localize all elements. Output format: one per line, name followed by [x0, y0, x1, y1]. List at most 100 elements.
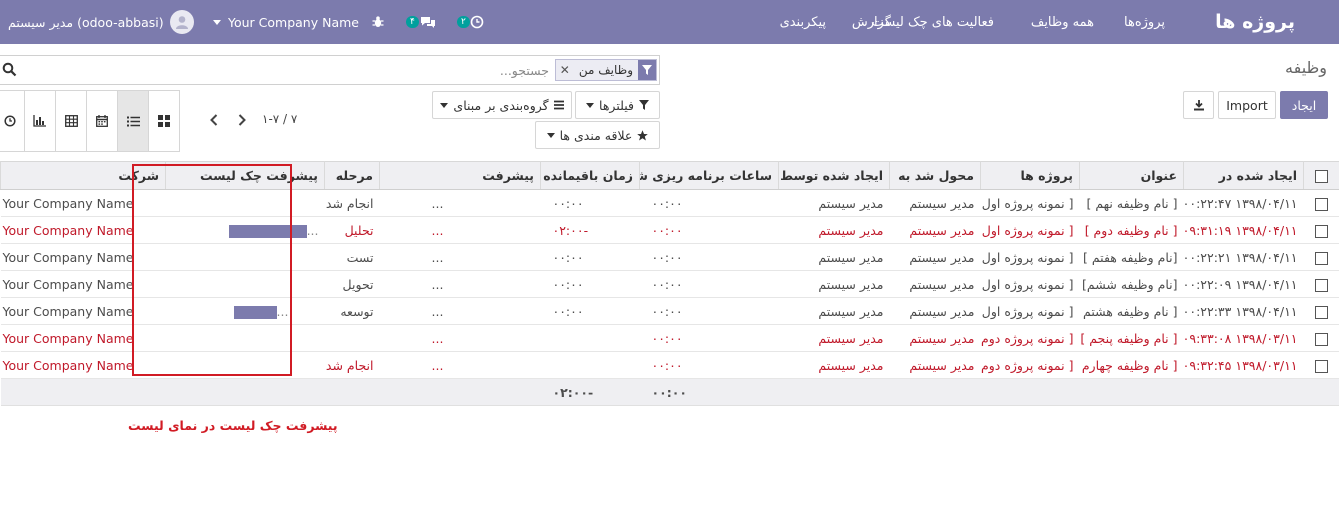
column-assigned-to[interactable]: محول شد به [889, 161, 981, 190]
select-all-cell [1303, 161, 1339, 190]
row-select-cell [1303, 324, 1339, 352]
row-checkbox[interactable] [1315, 197, 1328, 211]
row-checkbox[interactable] [1315, 359, 1328, 373]
pivot-view-button[interactable] [56, 90, 87, 152]
title-cell: [ نام وظیفه پنجم ] [1079, 324, 1184, 352]
activity-view-button[interactable] [0, 90, 25, 152]
search-icon[interactable] [2, 62, 17, 80]
total-planned-hours: ۰۰:۰۰ [639, 378, 779, 406]
table-row[interactable]: ۱۳۹۸/۰۴/۱۱ ۰۰:۲۲:۴۷[ نام وظیفه نهم ][ نم… [0, 189, 1339, 217]
pager-value[interactable]: ۱-۷ / ۷ [262, 112, 297, 126]
favorites-dropdown[interactable]: علاقه مندی ها [535, 121, 660, 149]
download-button[interactable] [1183, 91, 1214, 119]
table-row[interactable]: ۱۳۹۸/۰۴/۱۱ ۰۰:۲۲:۲۱ [نام وظیفه هفتم ][ نم… [0, 243, 1339, 271]
column-company[interactable]: شرکت [0, 161, 166, 190]
chevron-left-icon [210, 114, 218, 126]
row-select-cell [1303, 243, 1339, 271]
kanban-view-button[interactable] [149, 90, 180, 152]
created-by-cell: مدیر سیستم [778, 297, 890, 325]
graph-view-button[interactable] [25, 90, 56, 152]
checklist-progress-cell: ... [165, 297, 325, 325]
column-stage[interactable]: مرحله [324, 161, 380, 190]
pager-previous-button[interactable] [201, 106, 227, 134]
project-cell: [ نمونه پروژه اول ] [980, 216, 1080, 244]
row-select-cell [1303, 351, 1339, 379]
created-by-cell: مدیر سیستم [778, 324, 890, 352]
title-cell: [نام وظیفه هفتم ] [1079, 243, 1184, 271]
menu-reporting[interactable]: گزارش [852, 0, 891, 44]
chevron-down-icon [546, 132, 555, 138]
checklist-progress-cell [165, 189, 325, 217]
group-by-dropdown[interactable]: گروه‌بندی بر مبنای [432, 91, 572, 119]
pager-next-button[interactable] [229, 106, 255, 134]
stage-cell: انجام شد [324, 351, 380, 379]
chevron-down-icon [586, 102, 595, 108]
avatar [169, 10, 194, 34]
row-checkbox[interactable] [1315, 305, 1328, 319]
app-title[interactable]: پروژه ها [1215, 0, 1295, 44]
project-cell: [ نمونه پروژه اول ] [980, 297, 1080, 325]
company-cell: Your Company Name [0, 216, 166, 244]
table-row[interactable]: ۱۳۹۸/۰۴/۱۱ ۰۰:۲۲:۳۳[ نام وظیفه هشتم ][ ن… [0, 297, 1339, 325]
row-select-cell [1303, 216, 1339, 244]
facet-label: وظایف من [578, 63, 633, 77]
column-project[interactable]: پروژه ها [980, 161, 1080, 190]
created-on-cell: ۱۳۹۸/۰۴/۱۱ ۰۰:۲۲:۳۳ [1183, 297, 1304, 325]
calendar-view-button[interactable] [87, 90, 118, 152]
user-menu[interactable]: مدیر سیستم (odoo-abbasi) [8, 0, 194, 44]
remaining-time-cell [540, 351, 640, 379]
select-all-checkbox[interactable] [1315, 170, 1329, 183]
row-select-cell [1303, 297, 1339, 325]
planned-hours-cell: ۰۰:۰۰ [639, 216, 779, 244]
remaining-time-cell: -۰۲:۰۰ [540, 216, 640, 244]
progress-cell: ... [379, 324, 541, 352]
column-created-by[interactable]: ایجاد شده توسط [778, 161, 890, 190]
search-bar: ✕ وظایف من [0, 55, 660, 85]
project-cell: [ نمونه پروژه اول ] [980, 189, 1080, 217]
menu-configuration[interactable]: پیکربندی [780, 0, 826, 44]
column-planned-hours[interactable]: ساعات برنامه ریزی شده [639, 161, 779, 190]
view-switcher [0, 90, 180, 152]
column-progress[interactable]: پیشرفت [379, 161, 541, 190]
assigned-to-cell: مدیر سیستم [889, 216, 981, 244]
filters-dropdown[interactable]: فیلترها [575, 91, 660, 119]
search-facet: ✕ وظایف من [554, 59, 657, 81]
planned-hours-cell: ۰۰:۰۰ [639, 243, 779, 271]
column-created-on[interactable]: ایجاد شده در [1183, 161, 1304, 190]
column-remaining-time[interactable]: زمان باقیمانده [540, 161, 640, 190]
table-row[interactable]: ۱۳۹۸/۰۴/۱۱ ۰۰:۲۲:۰۹ [نام وظیفه ششم][ نمون… [0, 270, 1339, 298]
search-input[interactable] [81, 60, 551, 80]
created-by-cell: مدیر سیستم [778, 351, 890, 379]
progress-cell: ... [379, 297, 541, 325]
remaining-time-cell [540, 324, 640, 352]
table-row[interactable]: ۱۳۹۸/۰۳/۱۱ ۰۹:۳۳:۰۸[ نام وظیفه پنجم ][ ن… [0, 324, 1339, 352]
table-row[interactable]: ۱۳۹۸/۰۴/۱۱ ۰۹:۳۱:۱۹[ نام وظیفه دوم ][ نم… [0, 216, 1339, 244]
top-navbar: پروژه ها پروژه‌ها همه وظایف فعالیت های چ… [0, 0, 1339, 44]
row-checkbox[interactable] [1315, 278, 1328, 292]
menu-projects[interactable]: پروژه‌ها [1124, 0, 1165, 44]
activity-menu[interactable]: ۲ [455, 0, 484, 44]
column-title[interactable]: عنوان [1079, 161, 1184, 190]
chevron-right-icon [238, 114, 246, 126]
row-checkbox[interactable] [1315, 332, 1328, 346]
clock-icon [3, 115, 16, 127]
menu-all-tasks[interactable]: همه وظایف [1031, 0, 1094, 44]
project-cell: [ نمونه پروژه دوم ] [980, 351, 1080, 379]
row-checkbox[interactable] [1315, 224, 1328, 238]
messaging-menu[interactable]: ۴ [404, 0, 437, 44]
company-switcher[interactable]: Your Company Name [213, 0, 359, 44]
import-button[interactable]: Import [1218, 91, 1276, 119]
create-button[interactable]: ایجاد [1280, 91, 1328, 119]
row-checkbox[interactable] [1315, 251, 1328, 265]
checklist-progress-cell: ... [165, 216, 325, 244]
table-header-row: ایجاد شده در عنوان پروژه ها محول شد به ا… [0, 161, 1339, 190]
created-on-cell: ۱۳۹۸/۰۴/۱۱ ۰۹:۳۱:۱۹ [1183, 216, 1304, 244]
facet-remove-icon[interactable]: ✕ [556, 60, 574, 80]
project-cell: [ نمونه پروژه اول ] [980, 270, 1080, 298]
bar-chart-icon [33, 115, 46, 127]
list-view-button[interactable] [118, 90, 149, 152]
column-checklist-progress[interactable]: پیشرفت چک لیست [165, 161, 325, 190]
debug-bug-icon[interactable] [371, 0, 385, 44]
table-row[interactable]: ۱۳۹۸/۰۳/۱۱ ۰۹:۳۲:۴۵[ نام وظیفه چهارم ][ … [0, 351, 1339, 379]
filters-label: فیلترها [599, 97, 634, 113]
